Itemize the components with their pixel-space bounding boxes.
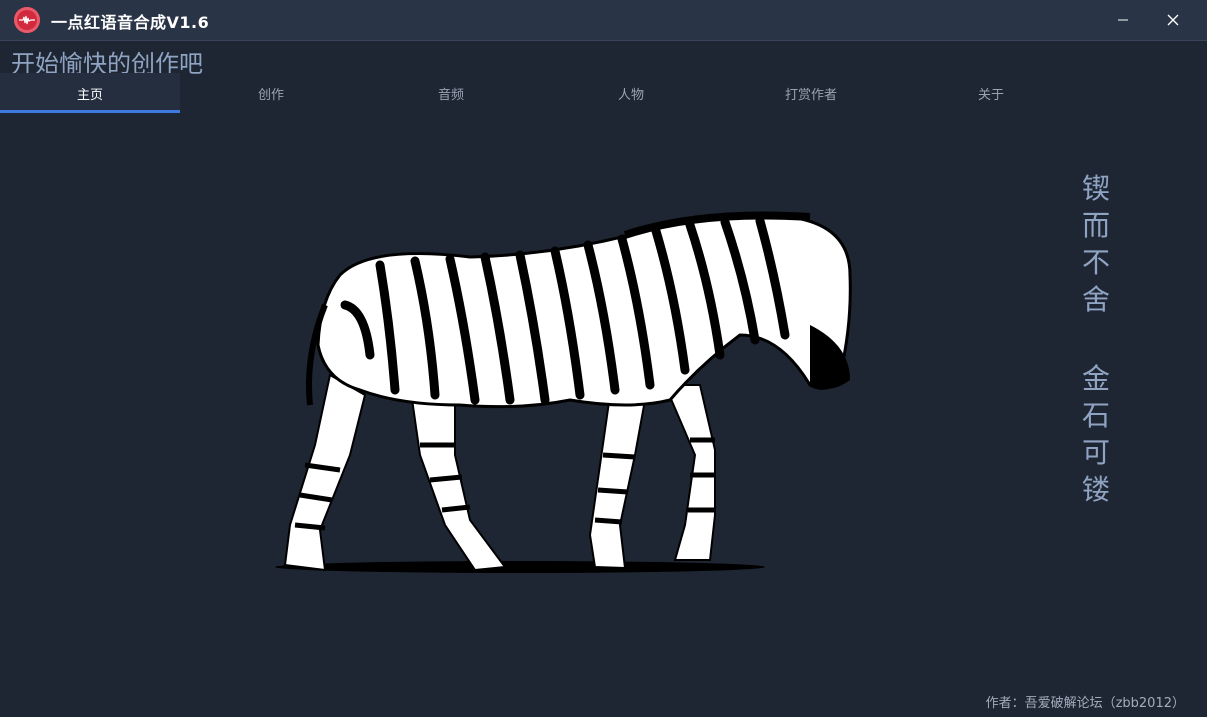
tab-home[interactable]: 主页: [0, 73, 180, 113]
app-logo-icon: [14, 7, 40, 33]
close-button[interactable]: [1148, 0, 1198, 40]
tab-audio[interactable]: 音频: [361, 73, 541, 113]
minimize-button[interactable]: [1098, 0, 1148, 40]
motto-char: 金: [1081, 362, 1110, 395]
motto-vertical-text: 锲 而 不 舍 金 石 可 镂: [1076, 170, 1116, 508]
tab-characters[interactable]: 人物: [541, 73, 721, 113]
tab-create[interactable]: 创作: [181, 73, 361, 113]
tab-bar: 主页 创作 音频 人物 打赏作者 关于: [0, 73, 1207, 113]
motto-char: 石: [1081, 399, 1110, 432]
zebra-image: [270, 195, 870, 590]
motto-char: 可: [1081, 436, 1110, 469]
app-title: 一点红语音合成V1.6: [51, 13, 210, 32]
motto-char: 舍: [1081, 283, 1110, 316]
tab-donate[interactable]: 打赏作者: [721, 73, 901, 113]
author-credit: 作者：吾爱破解论坛（zbb2012）: [985, 696, 1185, 711]
close-icon: [1167, 14, 1179, 26]
motto-char: 不: [1081, 246, 1110, 279]
motto-char: 而: [1081, 209, 1110, 242]
tab-about[interactable]: 关于: [901, 73, 1081, 113]
motto-char: 锲: [1081, 172, 1110, 205]
title-bar[interactable]: 一点红语音合成V1.6: [0, 0, 1207, 41]
motto-char: 镂: [1081, 473, 1110, 506]
minimize-icon: [1118, 19, 1128, 21]
